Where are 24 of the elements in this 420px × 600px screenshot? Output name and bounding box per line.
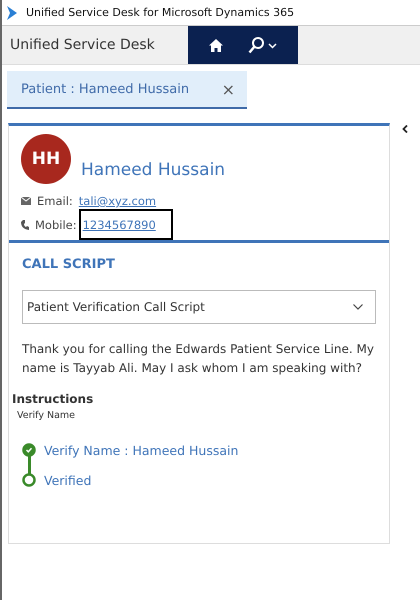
mobile-label: Mobile: bbox=[35, 218, 77, 232]
contact-name: Hameed Hussain bbox=[81, 160, 226, 180]
section-heading: CALL SCRIPT bbox=[22, 257, 116, 272]
avatar: HH bbox=[21, 134, 71, 184]
home-icon[interactable] bbox=[208, 38, 222, 52]
instructions-heading: Instructions bbox=[12, 392, 94, 406]
search-icon[interactable] bbox=[248, 36, 278, 54]
instructions-text: Verify Name bbox=[17, 410, 76, 421]
mobile-link[interactable]: 1234567890 bbox=[82, 218, 156, 232]
app-logo-icon bbox=[6, 6, 18, 20]
envelope-icon bbox=[21, 197, 31, 205]
email-link[interactable]: tali@xyz.com bbox=[78, 194, 156, 208]
email-label: Email: bbox=[37, 194, 73, 208]
chevron-left-icon[interactable] bbox=[402, 125, 408, 133]
window-title: Unified Service Desk for Microsoft Dynamics 365 bbox=[26, 6, 294, 19]
close-icon[interactable]: × bbox=[222, 80, 235, 98]
phone-icon bbox=[21, 220, 29, 230]
session-tab[interactable]: Patient : Hameed Hussain × bbox=[7, 71, 247, 109]
script-text: Thank you for calling the Edwards Patient Service Line. My name is Tayyab Ali. May I ask whom I am speaking with? bbox=[22, 341, 375, 377]
step-link[interactable]: Verified bbox=[44, 472, 92, 488]
script-dropdown[interactable]: Patient Verification Call Script bbox=[22, 290, 376, 324]
chevron-down-icon bbox=[353, 304, 363, 310]
app-title: Unified Service Desk bbox=[9, 36, 156, 55]
step-link[interactable]: Verify Name : Hameed Hussain bbox=[44, 442, 238, 458]
